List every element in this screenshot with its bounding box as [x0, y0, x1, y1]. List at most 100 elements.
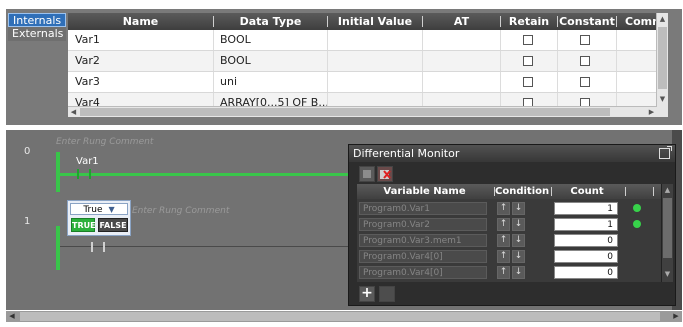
scroll-thumb[interactable] — [658, 27, 667, 89]
variable-scope-tabs: Internals Externals — [8, 13, 66, 41]
scroll-left-icon[interactable]: ◀ — [6, 311, 18, 322]
condition-toggle[interactable]: ↑ ↓ — [497, 266, 533, 279]
variable-table-vertical-scrollbar[interactable]: ▲ ▼ — [656, 13, 668, 117]
condition-toggle[interactable]: ↑ ↓ — [497, 250, 533, 263]
falling-edge-icon[interactable]: ↓ — [512, 202, 525, 215]
delete-icon — [380, 170, 391, 179]
table-row[interactable]: Var2 BOOL — [68, 51, 658, 72]
left-power-rail — [56, 226, 60, 270]
monitor-icon — [363, 170, 371, 178]
rising-edge-icon[interactable]: ↑ — [497, 202, 510, 215]
constant-checkbox[interactable] — [580, 77, 590, 87]
rung-comment[interactable]: Enter Rung Comment — [132, 206, 229, 216]
monitor-row[interactable]: Program0.Var1 ↑ ↓ 1 — [357, 201, 661, 217]
start-monitor-button[interactable] — [359, 166, 375, 182]
variable-name-field[interactable]: Program0.Var1 — [359, 202, 487, 215]
falling-edge-icon[interactable]: ↓ — [512, 218, 525, 231]
col-name[interactable]: Name — [68, 13, 213, 30]
rising-edge-icon[interactable]: ↑ — [497, 218, 510, 231]
monitor-table: Variable Name Condition Count Program0.V… — [357, 184, 673, 282]
clear-button[interactable] — [377, 166, 393, 182]
scroll-down-icon[interactable]: ▼ — [662, 268, 673, 280]
set-value-popup: True ▼ TRUE FALSE — [67, 200, 131, 236]
count-value: 1 — [554, 218, 618, 231]
variable-name-field[interactable]: Program0.Var4[0] — [359, 266, 487, 279]
scroll-down-icon[interactable]: ▼ — [657, 93, 668, 105]
scroll-right-icon[interactable]: ▶ — [670, 311, 682, 322]
rung-number: 0 — [24, 146, 31, 157]
rising-edge-icon[interactable]: ↑ — [497, 250, 510, 263]
var-name: Var2 — [75, 54, 100, 67]
constant-checkbox[interactable] — [580, 56, 590, 66]
rung-comment[interactable]: Enter Rung Comment — [56, 137, 153, 147]
contact-variable-label: Var1 — [76, 156, 99, 167]
var-name: Var3 — [75, 75, 100, 88]
popout-icon[interactable] — [659, 146, 672, 159]
remove-button[interactable] — [379, 286, 395, 302]
falling-edge-icon[interactable]: ↓ — [512, 266, 525, 279]
variable-name-field[interactable]: Program0.Var4[0] — [359, 250, 487, 263]
retain-checkbox[interactable] — [523, 56, 533, 66]
app-window: Internals Externals Name Data Type Initi… — [0, 0, 683, 327]
value-select[interactable]: True ▼ — [70, 203, 128, 215]
monitor-row[interactable]: Program0.Var4[0] ↑ ↓ 0 — [357, 265, 661, 281]
count-value: 0 — [554, 234, 618, 247]
table-row[interactable]: Var3 uni — [68, 72, 658, 93]
falling-edge-icon[interactable]: ↓ — [512, 250, 525, 263]
scroll-thumb[interactable] — [20, 312, 660, 321]
rising-edge-icon[interactable]: ↑ — [497, 234, 510, 247]
variable-name-field[interactable]: Program0.Var3.mem1 — [359, 234, 487, 247]
scroll-right-icon[interactable]: ▶ — [646, 107, 657, 117]
monitor-row[interactable]: Program0.Var3.mem1 ↑ ↓ 0 — [357, 233, 661, 249]
tab-externals[interactable]: Externals — [8, 27, 66, 41]
constant-checkbox[interactable] — [580, 35, 590, 45]
monitor-table-header: Variable Name Condition Count — [357, 184, 673, 199]
panel-title: Differential Monitor — [349, 145, 675, 162]
no-contact[interactable] — [91, 242, 105, 252]
monitor-row[interactable]: Program0.Var4[0] ↑ ↓ 0 — [357, 249, 661, 265]
falling-edge-icon[interactable]: ↓ — [512, 234, 525, 247]
no-contact[interactable] — [77, 169, 91, 179]
tab-internals[interactable]: Internals — [8, 13, 66, 27]
variable-name-field[interactable]: Program0.Var2 — [359, 218, 487, 231]
scroll-up-icon[interactable]: ▲ — [657, 13, 668, 25]
condition-toggle[interactable]: ↑ ↓ — [497, 218, 533, 231]
retain-checkbox[interactable] — [523, 35, 533, 45]
var-data-type: BOOL — [220, 54, 251, 67]
scroll-up-icon[interactable]: ▲ — [662, 184, 673, 196]
col-at[interactable]: AT — [423, 13, 500, 30]
var-data-type: uni — [220, 75, 237, 88]
table-row[interactable]: Var1 BOOL — [68, 30, 658, 51]
false-button[interactable]: FALSE — [98, 218, 128, 232]
var-data-type: BOOL — [220, 33, 251, 46]
condition-toggle[interactable]: ↑ ↓ — [497, 202, 533, 215]
col-count[interactable]: Count — [552, 184, 622, 199]
differential-monitor-panel: Differential Monitor Variable Name Condi… — [348, 144, 676, 306]
scroll-thumb[interactable] — [80, 108, 610, 116]
status-led-icon — [633, 204, 641, 212]
true-button[interactable]: TRUE — [71, 218, 96, 232]
left-power-rail — [56, 152, 60, 192]
col-variable-name[interactable]: Variable Name — [357, 184, 492, 199]
rising-edge-icon[interactable]: ↑ — [497, 266, 510, 279]
variable-table-horizontal-scrollbar[interactable]: ◀ ▶ — [68, 106, 657, 117]
monitor-vertical-scrollbar[interactable]: ▲ ▼ — [661, 184, 673, 282]
col-data-type[interactable]: Data Type — [214, 13, 327, 30]
col-condition[interactable]: Condition — [495, 184, 549, 199]
col-constant[interactable]: Constant — [558, 13, 616, 30]
add-button[interactable]: + — [359, 286, 375, 302]
count-value: 0 — [554, 250, 618, 263]
rung-number: 1 — [24, 216, 31, 227]
rung-wire — [60, 173, 354, 176]
col-retain[interactable]: Retain — [501, 13, 557, 30]
monitor-row[interactable]: Program0.Var2 ↑ ↓ 1 — [357, 217, 661, 233]
ladder-horizontal-scrollbar[interactable]: ◀ ▶ — [6, 311, 682, 322]
variable-table-header: Name Data Type Initial Value AT Retain C… — [68, 13, 668, 30]
scroll-thumb[interactable] — [663, 198, 672, 258]
scroll-left-icon[interactable]: ◀ — [68, 107, 79, 117]
condition-toggle[interactable]: ↑ ↓ — [497, 234, 533, 247]
retain-checkbox[interactable] — [523, 77, 533, 87]
count-value: 1 — [554, 202, 618, 215]
col-initial-value[interactable]: Initial Value — [328, 13, 422, 30]
chevron-down-icon: ▼ — [108, 205, 115, 214]
